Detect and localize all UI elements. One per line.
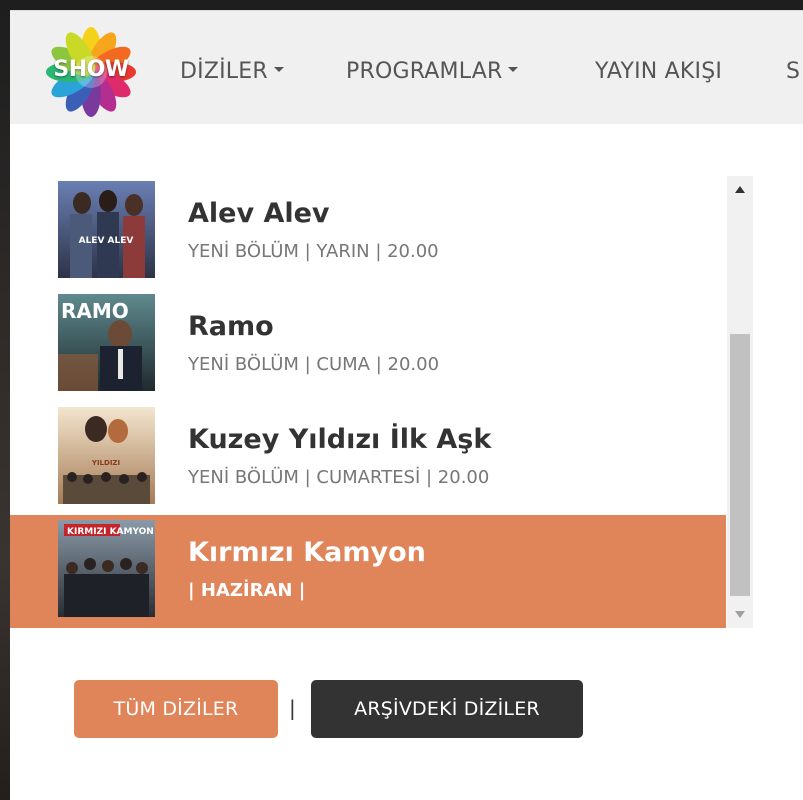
series-dropdown: ALEV ALEV Alev Alev YENİ BÖLÜM | YARIN |… bbox=[10, 124, 803, 800]
nav-item-label: DİZİLER bbox=[180, 59, 268, 84]
nav-item-yayin-akisi[interactable]: YAYIN AKIŞI bbox=[595, 59, 722, 84]
caret-down-icon bbox=[273, 66, 284, 72]
series-item-ramo[interactable]: RAMO Ramo YENİ BÖLÜM | CUMA | 20.00 bbox=[10, 289, 726, 402]
series-list-scrollbar[interactable] bbox=[727, 176, 753, 628]
series-title: Ramo bbox=[188, 311, 274, 342]
series-schedule: YENİ BÖLÜM | CUMA | 20.00 bbox=[188, 354, 440, 375]
series-schedule: YENİ BÖLÜM | CUMARTESİ | 20.00 bbox=[188, 467, 490, 488]
nav-item-label: PROGRAMLAR bbox=[346, 59, 503, 84]
series-schedule: YENİ BÖLÜM | YARIN | 20.00 bbox=[188, 241, 439, 262]
scroll-up-arrow-icon[interactable] bbox=[735, 186, 745, 193]
series-thumbnail: YILDIZI bbox=[58, 407, 155, 504]
series-item-alev-alev[interactable]: ALEV ALEV Alev Alev YENİ BÖLÜM | YARIN |… bbox=[10, 176, 726, 289]
nav-item-label: S bbox=[786, 59, 801, 84]
series-item-kuzey-yildizi-ilk-ask[interactable]: YILDIZI Kuzey Yıldızı İlk Aşk YENİ BÖLÜM… bbox=[10, 402, 726, 515]
poster-title-text: ALEV ALEV bbox=[79, 236, 134, 246]
poster-image: KIRMIZI KAMYON bbox=[58, 520, 155, 617]
series-title: Kırmızı Kamyon bbox=[188, 537, 426, 568]
caret-down-icon bbox=[508, 66, 519, 72]
series-title: Kuzey Yıldızı İlk Aşk bbox=[188, 424, 492, 455]
nav-item-label: YAYIN AKIŞI bbox=[595, 59, 723, 84]
series-schedule: | HAZİRAN | bbox=[188, 580, 306, 601]
nav-item-diziler[interactable]: DİZİLER bbox=[180, 59, 284, 84]
poster-image: RAMO bbox=[58, 294, 155, 391]
series-item-kirmizi-kamyon[interactable]: KIRMIZI KAMYON Kırmızı Kamyon | HAZİRAN … bbox=[10, 515, 726, 628]
nav-item-truncated[interactable]: S bbox=[786, 59, 800, 84]
series-thumbnail: ALEV ALEV bbox=[58, 181, 155, 278]
scrollbar-thumb[interactable] bbox=[730, 334, 750, 596]
site-header: SHOW DİZİLER PROGRAMLAR YAYIN AKIŞI S bbox=[10, 10, 803, 125]
all-series-button[interactable]: TÜM DİZİLER bbox=[74, 680, 278, 738]
poster-image: YILDIZI bbox=[58, 407, 155, 504]
poster-title-text: RAMO bbox=[61, 299, 129, 323]
scroll-down-arrow-icon[interactable] bbox=[735, 611, 745, 618]
series-thumbnail: RAMO bbox=[58, 294, 155, 391]
series-list: ALEV ALEV Alev Alev YENİ BÖLÜM | YARIN |… bbox=[10, 176, 726, 628]
poster-title-text: YILDIZI bbox=[91, 459, 120, 467]
poster-image: ALEV ALEV bbox=[58, 181, 155, 278]
archived-series-button[interactable]: ARŞİVDEKİ DİZİLER bbox=[311, 680, 583, 738]
logo-wordmark: SHOW bbox=[53, 57, 129, 82]
series-title: Alev Alev bbox=[188, 198, 330, 229]
series-thumbnail: KIRMIZI KAMYON bbox=[58, 520, 155, 617]
show-tv-logo[interactable]: SHOW bbox=[44, 25, 138, 119]
poster-title-text: KIRMIZI KAMYON bbox=[67, 527, 154, 537]
nav-item-programlar[interactable]: PROGRAMLAR bbox=[346, 59, 519, 84]
button-separator: | bbox=[289, 696, 296, 720]
